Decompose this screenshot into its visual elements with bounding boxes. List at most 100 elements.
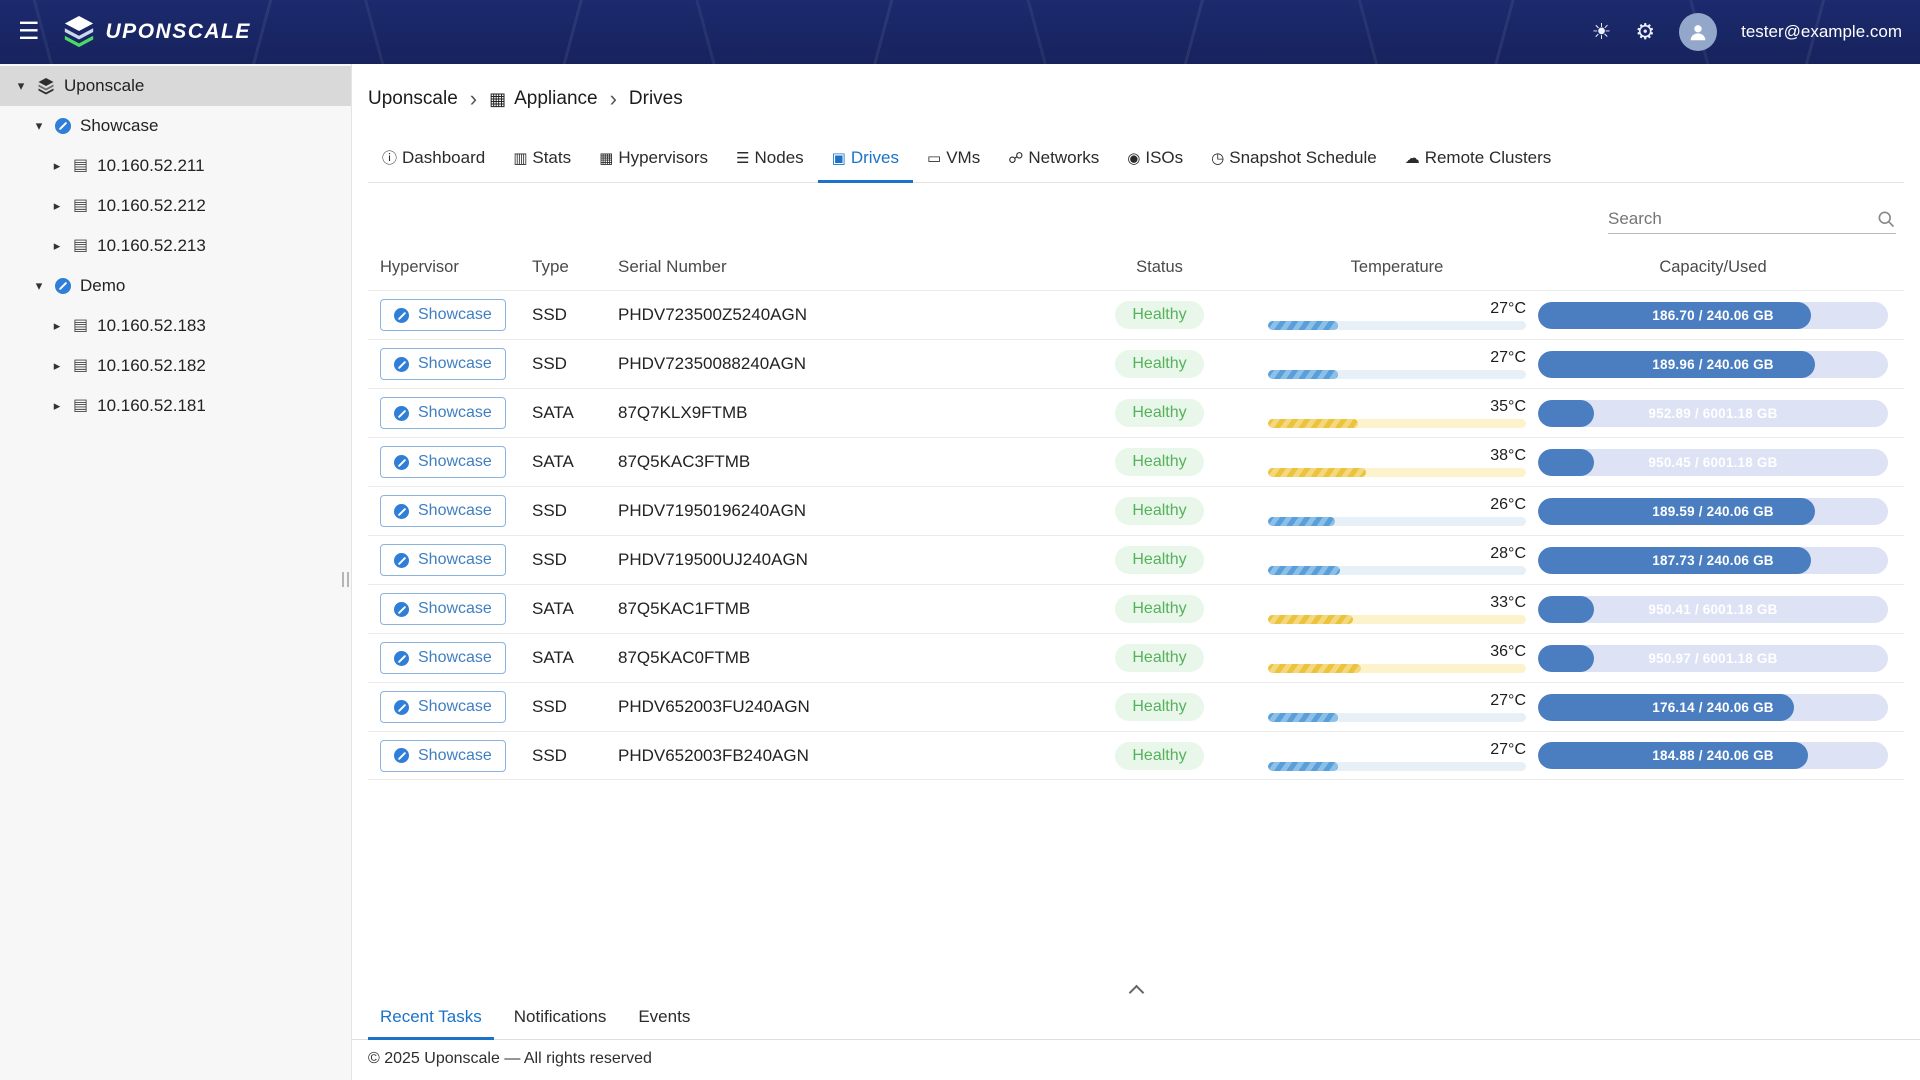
hypervisor-group-icon [55,118,71,134]
footer-copyright: © 2025 Uponscale — All rights reserved [352,1040,1920,1080]
sidebar-item-host[interactable]: ▸ ▤ 10.160.52.213 [0,226,351,266]
hypervisor-icon [394,602,409,617]
settings-gear-icon[interactable]: ⚙ [1635,21,1655,43]
table-row: Showcase SSD PHDV652003FU240AGN Healthy … [368,682,1904,731]
breadcrumb-label: Uponscale [368,88,458,110]
tab-notifications[interactable]: Notifications [502,998,619,1040]
tab-hypervisors[interactable]: ▦ Hypervisors [585,136,722,183]
tab-label: Drives [851,148,899,168]
uponscale-logo-icon [62,14,96,50]
hypervisor-showcase-button[interactable]: Showcase [380,544,506,576]
temperature-fill [1268,713,1338,722]
tab-nodes[interactable]: ☰ Nodes [722,136,818,183]
temperature-value: 36°C [1268,643,1526,661]
column-header: Temperature [1262,258,1532,277]
hypervisor-showcase-button[interactable]: Showcase [380,593,506,625]
info-icon: ⓘ [382,147,397,168]
chevron-right-icon[interactable]: ▸ [50,238,64,254]
temperature-value: 27°C [1268,692,1526,710]
tab-isos[interactable]: ◉ ISOs [1113,136,1197,183]
sidebar-item-showcase[interactable]: ▾ Showcase [0,106,351,146]
brightness-icon[interactable]: ☀ [1592,21,1612,43]
chevron-right-icon[interactable]: ▸ [50,198,64,214]
tab-dashboard[interactable]: ⓘ Dashboard [368,136,499,183]
tab-label: ISOs [1145,148,1183,168]
sidebar-resize-handle[interactable] [342,572,349,587]
menu-icon[interactable]: ☰ [18,20,40,44]
capacity-bar: 184.88 / 240.06 GB [1538,742,1888,769]
drive-type: SSD [526,501,612,521]
drive-type: SATA [526,452,612,472]
hypervisor-group-icon [55,278,71,294]
hypervisor-showcase-button[interactable]: Showcase [380,740,506,772]
sidebar-item-label: 10.160.52.213 [97,236,206,256]
sidebar-item-label: Uponscale [64,76,144,96]
tab-recent-tasks[interactable]: Recent Tasks [368,998,494,1040]
table-row: Showcase SSD PHDV72350088240AGN Healthy … [368,339,1904,388]
tab-stats[interactable]: ▥ Stats [499,136,585,183]
sidebar-item-uponscale[interactable]: ▾ Uponscale [0,66,351,106]
hypervisor-showcase-button[interactable]: Showcase [380,691,506,723]
chevron-down-icon[interactable]: ▾ [32,278,46,294]
breadcrumb-item-appliance[interactable]: ▦ Appliance [489,88,597,110]
sidebar-item-host[interactable]: ▸ ▤ 10.160.52.211 [0,146,351,186]
breadcrumb-item-drives[interactable]: Drives [629,88,683,110]
hypervisor-showcase-button[interactable]: Showcase [380,299,506,331]
column-header: Serial Number [612,257,1057,277]
sidebar-item-host[interactable]: ▸ ▤ 10.160.52.212 [0,186,351,226]
user-avatar[interactable] [1679,13,1717,51]
tab-networks[interactable]: ☍ Networks [994,136,1113,183]
hypervisor-showcase-button[interactable]: Showcase [380,495,506,527]
tab-events[interactable]: Events [626,998,702,1040]
grid-icon: ▦ [599,149,613,167]
person-icon [1687,21,1709,43]
search-icon[interactable] [1876,209,1896,229]
showcase-button-label: Showcase [418,453,492,471]
hypervisor-icon [394,455,409,470]
column-header: Hypervisor [368,258,526,277]
capacity-label: 176.14 / 240.06 GB [1538,694,1888,721]
chevron-down-icon[interactable]: ▾ [14,78,28,94]
drive-serial: PHDV72350088240AGN [612,354,1057,374]
brand: UPONSCALE [62,14,251,50]
temperature-fill [1268,615,1353,624]
user-email[interactable]: tester@example.com [1741,22,1902,42]
capacity-bar: 187.73 / 240.06 GB [1538,547,1888,574]
breadcrumb-chevron-icon: › [470,88,477,110]
hypervisor-icon [394,308,409,323]
chart-icon: ▥ [513,149,527,167]
status-badge: Healthy [1115,301,1203,329]
showcase-button-label: Showcase [418,649,492,667]
temperature-fill [1268,517,1335,526]
status-badge: Healthy [1115,497,1203,525]
showcase-button-label: Showcase [418,551,492,569]
tab-label: Dashboard [402,148,485,168]
sidebar-item-label: Demo [80,276,125,296]
hypervisor-icon [394,651,409,666]
drive-type: SSD [526,305,612,325]
chevron-right-icon[interactable]: ▸ [50,318,64,334]
hypervisor-showcase-button[interactable]: Showcase [380,446,506,478]
hypervisor-showcase-button[interactable]: Showcase [380,397,506,429]
sidebar-item-demo[interactable]: ▾ Demo [0,266,351,306]
search-input[interactable] [1608,209,1876,229]
tab-label: Networks [1028,148,1099,168]
sidebar-item-host[interactable]: ▸ ▤ 10.160.52.182 [0,346,351,386]
server-icon: ▤ [73,238,88,254]
drives-table-header: Hypervisor Type Serial Number Status Tem… [368,244,1904,290]
sidebar-item-host[interactable]: ▸ ▤ 10.160.52.183 [0,306,351,346]
chevron-right-icon[interactable]: ▸ [50,158,64,174]
tab-drives[interactable]: ▣ Drives [818,136,913,183]
status-badge: Healthy [1115,693,1203,721]
tab-remote-clusters[interactable]: ☁ Remote Clusters [1391,136,1566,183]
hypervisor-showcase-button[interactable]: Showcase [380,348,506,380]
breadcrumb-item-uponscale[interactable]: Uponscale [368,88,458,110]
sidebar-item-host[interactable]: ▸ ▤ 10.160.52.181 [0,386,351,426]
chevron-right-icon[interactable]: ▸ [50,358,64,374]
chevron-right-icon[interactable]: ▸ [50,398,64,414]
tab-label: VMs [946,148,980,168]
tab-snapshot-schedule[interactable]: ◷ Snapshot Schedule [1197,136,1391,183]
chevron-down-icon[interactable]: ▾ [32,118,46,134]
hypervisor-showcase-button[interactable]: Showcase [380,642,506,674]
tab-vms[interactable]: ▭ VMs [913,136,994,183]
